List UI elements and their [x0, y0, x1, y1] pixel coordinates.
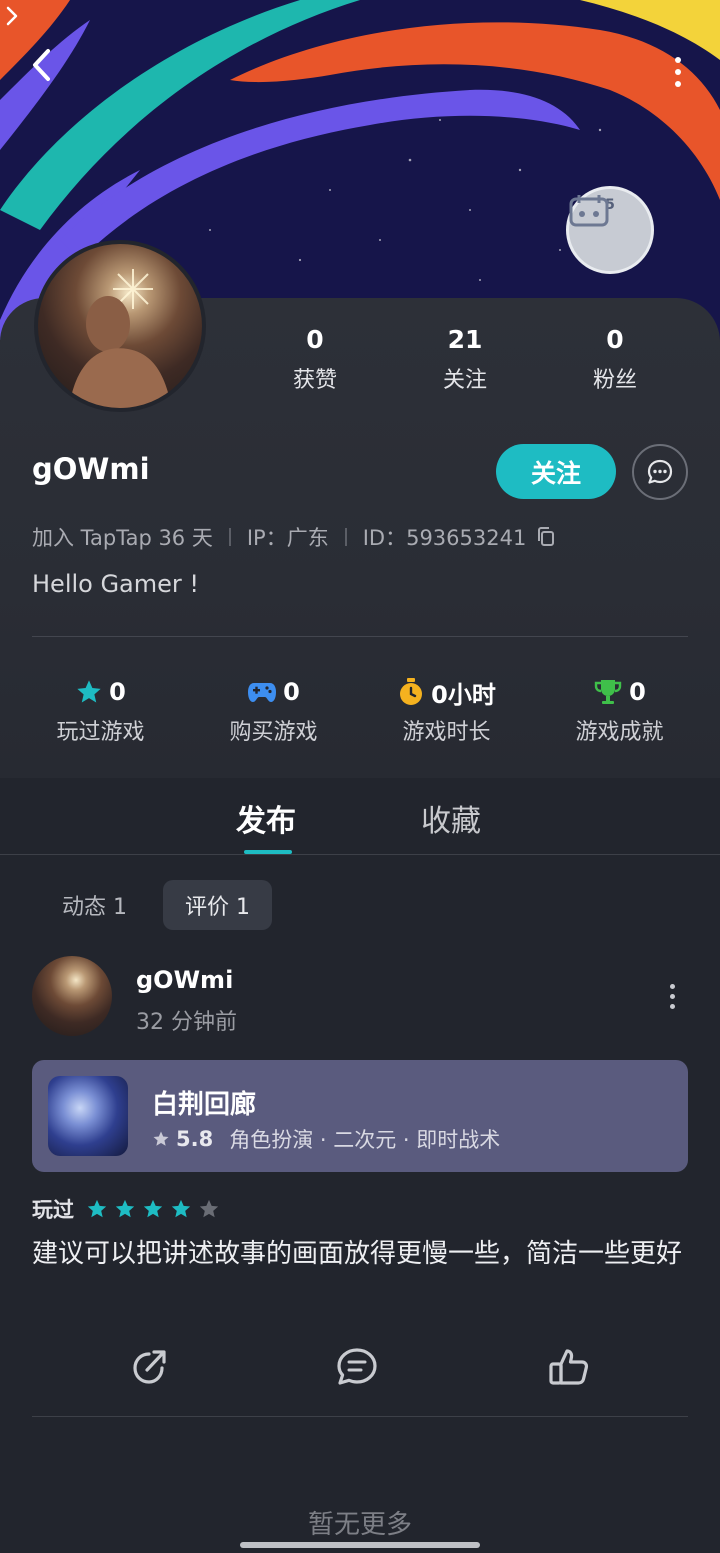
game-stat-value: 0 [109, 678, 126, 706]
like-button[interactable] [542, 1340, 596, 1394]
share-icon [133, 1350, 166, 1384]
star-icon [77, 680, 101, 703]
post-avatar[interactable] [32, 956, 112, 1036]
profile-username: gOWmi [32, 452, 150, 486]
game-stat-value: 0 [629, 678, 646, 706]
stat-label: 关注 [442, 368, 487, 393]
avatar[interactable] [34, 240, 206, 412]
stopwatch-icon [400, 678, 423, 705]
stat-following[interactable]: 21 关注 [390, 322, 540, 394]
share-button[interactable] [122, 1340, 176, 1394]
profile-meta: 加入 TapTap 36 天 IP：广东 ID：593653241 [32, 522, 556, 552]
game-stat-achievements[interactable]: 0 游戏成就 [533, 676, 706, 746]
home-indicator[interactable] [240, 1542, 480, 1548]
game-stats: 0 玩过游戏 0 购买游戏 0小时 游戏时长 0 游戏成就 [14, 676, 706, 746]
game-stat-played[interactable]: 0 玩过游戏 [14, 676, 187, 746]
review-text: 建议可以把讲述故事的画面放得更慢一些，简洁一些更好 [32, 1239, 683, 1269]
avatar-photo [69, 269, 172, 408]
back-button[interactable] [30, 48, 78, 96]
star-filled-icon [87, 1199, 107, 1218]
chevron-left-icon [33, 49, 50, 81]
more-vertical-icon [669, 984, 675, 989]
played-rating: 玩过 [32, 1194, 220, 1224]
post-actions [0, 1340, 720, 1394]
game-title: 白荆回廊 [152, 1090, 257, 1120]
played-label: 玩过 [32, 1198, 74, 1222]
stat-label: 粉丝 [592, 368, 637, 393]
stat-value: 0 [606, 325, 624, 354]
more-options-button[interactable] [666, 52, 690, 92]
follow-button[interactable]: 关注 [496, 444, 616, 499]
game-stat-label: 游戏成就 [575, 720, 664, 745]
game-card[interactable]: 白荆回廊 5.8 角色扮演 · 二次元 · 即时战术 [32, 1060, 688, 1172]
chip-reviews[interactable]: 评价 1 [163, 880, 272, 930]
user-id: ID：593653241 [362, 526, 527, 550]
star-filled-icon [171, 1199, 191, 1218]
stat-value: 21 [447, 325, 483, 354]
copy-icon [538, 527, 555, 546]
gamepad-icon [248, 683, 277, 702]
star-filled-icon [115, 1199, 135, 1218]
join-days: 加入 TapTap 36 天 [32, 526, 213, 550]
post-timestamp: 32 分钟前 [136, 1010, 237, 1035]
profile-stats: 0 获赞 21 关注 0 粉丝 [240, 322, 690, 394]
post-more-button[interactable] [662, 984, 682, 1014]
chat-bubble-icon [647, 459, 673, 484]
stat-likes[interactable]: 0 获赞 [240, 322, 390, 394]
comment-icon [337, 1348, 377, 1385]
no-more-text: 暂无更多 [307, 1510, 412, 1540]
game-stat-value: 0 [283, 678, 300, 706]
divider [228, 528, 231, 546]
more-vertical-icon [675, 57, 681, 63]
divider [32, 1416, 688, 1417]
game-stat-label: 游戏时长 [402, 720, 491, 745]
game-stat-label: 玩过游戏 [56, 720, 145, 745]
game-icon [48, 1076, 128, 1156]
game-info: 5.8 角色扮演 · 二次元 · 即时战术 [152, 1124, 500, 1154]
stat-label: 获赞 [292, 368, 337, 393]
game-stat-bought[interactable]: 0 购买游戏 [187, 676, 360, 746]
rating-stars [86, 1198, 220, 1220]
post-username[interactable]: gOWmi [136, 966, 233, 994]
chip-moments[interactable]: 动态 1 [40, 880, 149, 930]
game-score: 5.8 [176, 1127, 214, 1151]
tab-favorites[interactable]: 收藏 [421, 796, 481, 840]
achievement-badge[interactable]: 5 [566, 186, 654, 274]
ip-location: IP：广东 [246, 526, 329, 550]
trophy-icon [594, 680, 622, 704]
game-calendar-icon [569, 195, 609, 227]
message-button[interactable] [632, 444, 688, 500]
filter-chips: 动态 1 评价 1 [40, 880, 272, 930]
profile-bio: Hello Gamer ! [32, 570, 200, 598]
copy-id-button[interactable] [536, 526, 556, 548]
star-empty-icon [199, 1199, 219, 1218]
active-tab-indicator [244, 850, 292, 854]
game-stat-playtime[interactable]: 0小时 游戏时长 [360, 676, 533, 746]
thumbs-up-icon [549, 1349, 589, 1385]
star-filled-icon [143, 1199, 163, 1218]
comment-button[interactable] [330, 1340, 384, 1394]
stat-followers[interactable]: 0 粉丝 [540, 322, 690, 394]
divider [344, 528, 347, 546]
tab-publish[interactable]: 发布 [236, 796, 296, 840]
chevron-right-icon[interactable] [0, 0, 24, 32]
content-tabs: 发布 收藏 [0, 778, 720, 855]
game-stat-value: 0小时 [431, 680, 496, 709]
divider [32, 636, 688, 637]
game-stat-label: 购买游戏 [229, 720, 318, 745]
stat-value: 0 [306, 325, 324, 354]
star-icon [153, 1131, 169, 1146]
game-tags: 角色扮演 · 二次元 · 即时战术 [229, 1128, 501, 1152]
